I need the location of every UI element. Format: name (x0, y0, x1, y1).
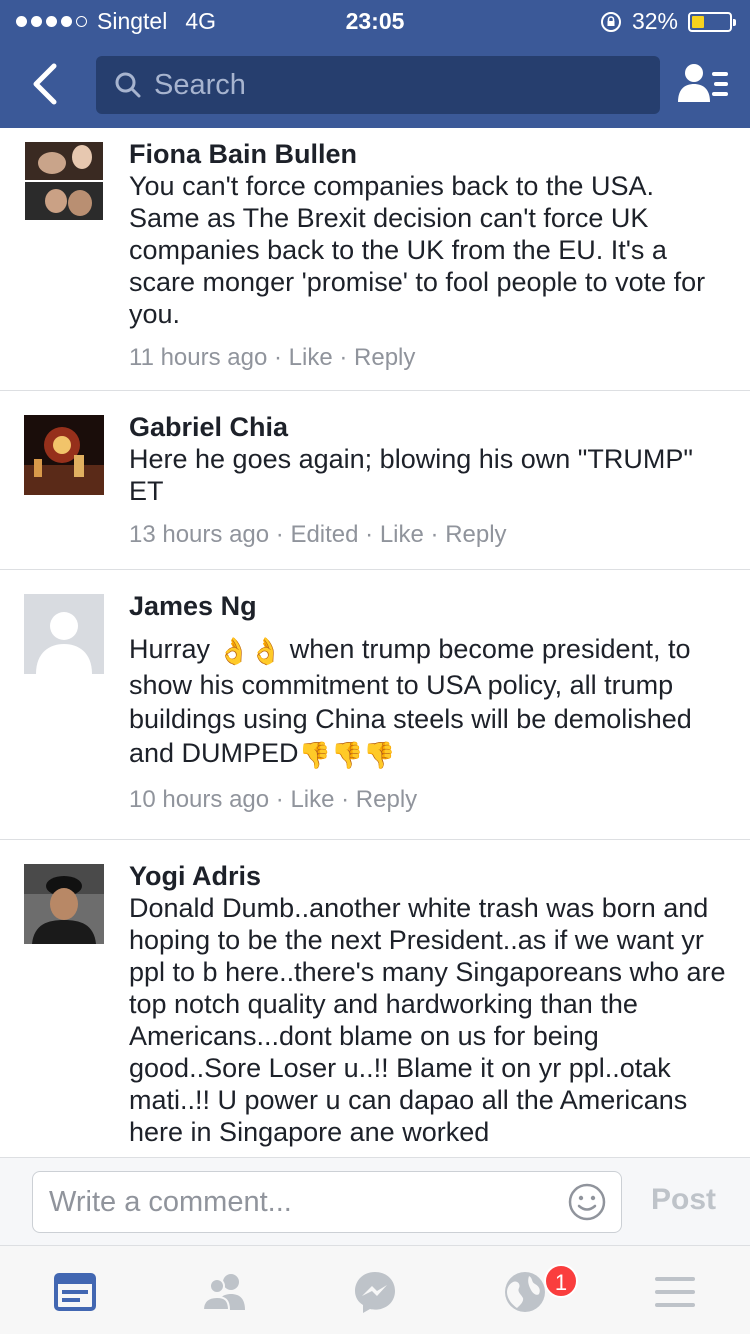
comment-time[interactable]: 11 hours ago (129, 344, 267, 371)
commenter-name[interactable]: James Ng (129, 590, 730, 622)
friend-requests-icon[interactable] (201, 1268, 249, 1316)
reply-link[interactable]: Reply (356, 786, 417, 813)
comment-text: You can't force companies back to the US… (129, 171, 706, 329)
meta-separator: · (332, 344, 355, 371)
commenter-name[interactable]: Gabriel Chia (129, 411, 730, 443)
comment-meta: 11 hours ago · Like · Reply (129, 344, 730, 372)
back-chevron-icon[interactable] (26, 60, 66, 108)
thumbs-down-emoji-icon: 👎 (298, 739, 331, 770)
friends-list-icon[interactable] (676, 60, 730, 108)
commenter-name[interactable]: Fiona Bain Bullen (129, 138, 730, 170)
ok-hand-emoji-icon: 👌 (249, 635, 283, 666)
notifications-globe-icon[interactable] (501, 1268, 549, 1316)
tab-bar (0, 1245, 750, 1334)
notification-badge: 1 (544, 1264, 578, 1298)
meta-separator: · (423, 521, 446, 548)
default-avatar-icon (24, 594, 104, 674)
battery-icon (688, 11, 736, 32)
meta-separator: · (358, 521, 380, 548)
avatar-photo-icon (24, 415, 104, 495)
comment-text-start: Hurray (129, 634, 211, 664)
like-link[interactable]: Like (290, 786, 334, 813)
comment-item: Gabriel Chia Here he goes again; blowing… (0, 391, 750, 570)
comment-text-rest: when trump become president, to show his… (129, 634, 692, 768)
post-button[interactable]: Post (651, 1183, 716, 1217)
reply-link[interactable]: Reply (445, 521, 506, 548)
avatar[interactable] (24, 141, 104, 221)
rotation-lock-icon (600, 11, 621, 32)
battery-percent: 32% (631, 8, 678, 34)
top-bar: Singtel 4G 23:05 32% Search (0, 0, 750, 128)
thumbs-down-emoji-icon: 👎 (330, 739, 364, 770)
thumbs-down-emoji-icon: 👎 (363, 739, 396, 770)
smiley-icon[interactable] (567, 1182, 607, 1222)
menu-icon[interactable] (651, 1268, 699, 1316)
search-placeholder: Search (154, 68, 246, 101)
comment-item: James Ng Hurray 👌👌 when trump become pre… (0, 570, 750, 840)
avatar-photo-icon (24, 864, 104, 944)
reply-link[interactable]: Reply (354, 344, 415, 371)
comments-feed[interactable]: Fiona Bain Bullen You can't force compan… (0, 128, 750, 1158)
comment-composer: Write a comment... Post (0, 1157, 750, 1245)
comment-input[interactable]: Write a comment... (32, 1171, 622, 1233)
comment-meta: 10 hours ago · Like · Reply (129, 786, 730, 814)
like-link[interactable]: Like (380, 521, 424, 548)
comment-text: Here he goes again; blowing his own "TRU… (129, 444, 693, 506)
meta-separator: · (334, 785, 356, 813)
avatar-photo-icon (24, 141, 104, 221)
comment-input-placeholder: Write a comment... (49, 1186, 292, 1218)
meta-separator: · (267, 344, 289, 371)
commenter-name[interactable]: Yogi Adris (129, 860, 730, 892)
ok-hand-emoji-icon: 👌 (217, 635, 250, 666)
search-input[interactable]: Search (96, 56, 660, 114)
comment-text: Hurray 👌👌 when trump become president, t… (129, 632, 730, 772)
comment-meta: 13 hours ago · Edited · Like · Reply (129, 521, 730, 549)
avatar[interactable] (24, 594, 104, 674)
search-icon (115, 72, 141, 98)
meta-separator: · (269, 521, 291, 548)
comment-time[interactable]: 10 hours ago (129, 786, 269, 813)
like-link[interactable]: Like (289, 344, 333, 371)
avatar[interactable] (24, 864, 104, 944)
meta-separator: · (269, 785, 291, 813)
comment-time[interactable]: 13 hours ago (129, 521, 269, 548)
comment-item: Yogi Adris Donald Dumb..another white tr… (0, 840, 750, 1158)
avatar[interactable] (24, 415, 104, 495)
status-bar: Singtel 4G 23:05 32% (0, 0, 750, 40)
news-feed-icon[interactable] (51, 1268, 99, 1316)
edited-label[interactable]: Edited (290, 521, 358, 548)
messenger-icon[interactable] (351, 1268, 399, 1316)
comment-text: Donald Dumb..another white trash was bor… (129, 893, 726, 1147)
comment-item: Fiona Bain Bullen You can't force compan… (0, 128, 750, 391)
